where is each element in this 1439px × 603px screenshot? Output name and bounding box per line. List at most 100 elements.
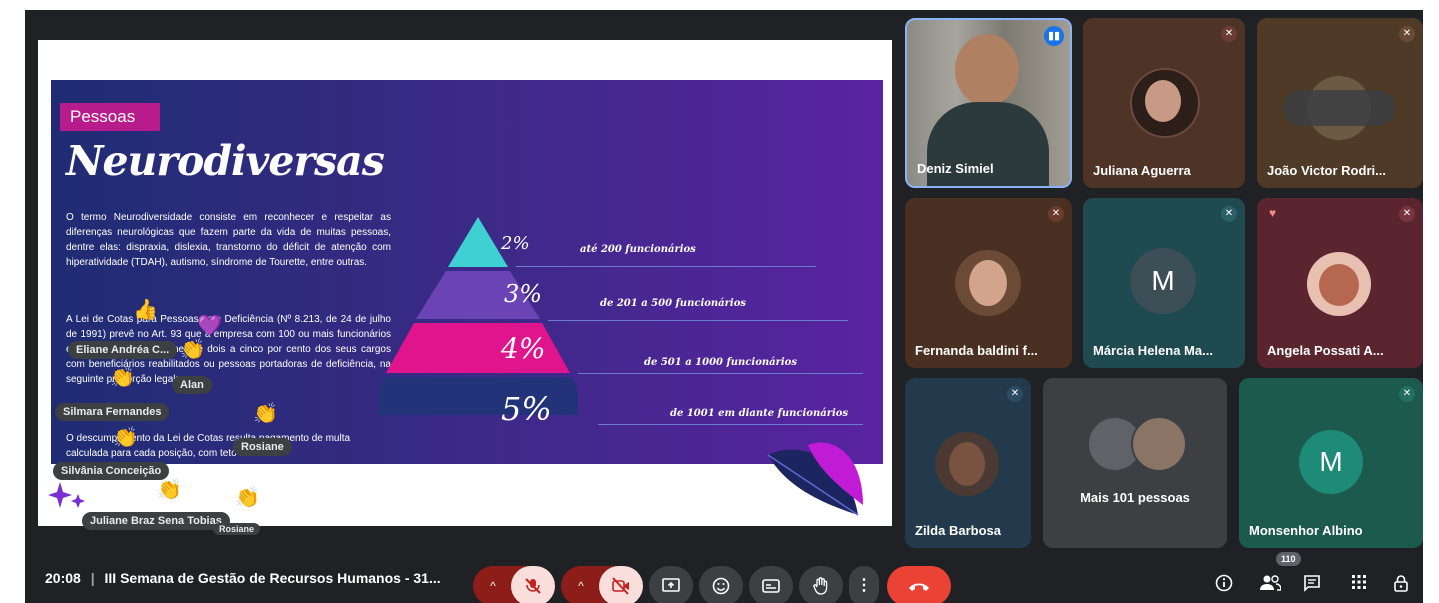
mic-off-icon: ✕ xyxy=(1007,386,1023,402)
slide-badge: Pessoas xyxy=(60,103,160,131)
participant-tile-zilda[interactable]: ✕ Zilda Barbosa xyxy=(905,378,1031,548)
host-controls-lock-icon[interactable] xyxy=(1393,574,1409,598)
participant-tile-deniz[interactable]: ▮▮ Deniz Simiel xyxy=(905,18,1072,188)
people-icon[interactable] xyxy=(1259,574,1282,598)
reaction-name-tag: Silmara Fernandes xyxy=(55,403,170,421)
mic-options-chevron-icon[interactable]: ^ xyxy=(477,566,509,603)
participant-name: Zilda Barbosa xyxy=(915,523,1001,538)
mic-off-icon: ✕ xyxy=(1048,206,1064,222)
clock-time: 20:08 xyxy=(45,570,81,586)
tier-2-label: de 201 a 500 funcionários xyxy=(600,298,747,309)
tier-4-percent: 5% xyxy=(501,390,552,428)
participant-name: Deniz Simiel xyxy=(917,161,994,176)
chat-icon[interactable] xyxy=(1303,574,1321,598)
participant-tile-angela[interactable]: ♥ ✕ Angela Possati A... xyxy=(1257,198,1423,368)
tile-hover-controls[interactable] xyxy=(1283,90,1395,126)
info-icon[interactable] xyxy=(1215,574,1233,598)
participant-tile-monsenhor[interactable]: M ✕ Monsenhor Albino xyxy=(1239,378,1423,548)
reaction-thumbs-up: 👍 xyxy=(133,299,158,321)
avatar xyxy=(1131,416,1187,472)
mic-off-button[interactable] xyxy=(511,566,555,603)
tier-3-percent: 4% xyxy=(501,332,546,365)
participant-count-badge: 110 xyxy=(1276,552,1301,566)
reaction-clap: 👏 xyxy=(180,339,205,361)
slide-paragraph-1: O termo Neurodiversidade consiste em rec… xyxy=(66,212,391,268)
tier-1-line xyxy=(516,266,816,267)
bottom-control-bar: 20:08 | III Semana de Gestão de Recursos… xyxy=(25,552,1423,603)
avatar-face xyxy=(1145,80,1181,122)
heart-icon: ♥ xyxy=(1269,206,1277,220)
tier-3-label: de 501 a 1000 funcionários xyxy=(644,357,797,368)
participant-name: Monsenhor Albino xyxy=(1249,523,1363,538)
raise-hand-icon xyxy=(813,576,828,595)
meeting-details[interactable]: 20:08 | III Semana de Gestão de Recursos… xyxy=(45,570,441,586)
end-call-button[interactable] xyxy=(887,566,951,603)
end-call-icon xyxy=(909,583,929,591)
emoji-button[interactable] xyxy=(699,566,743,603)
more-participants-tile[interactable]: Mais 101 pessoas xyxy=(1043,378,1227,548)
participant-name: Fernanda baldini f... xyxy=(915,343,1038,358)
avatar-face xyxy=(969,260,1007,306)
sparkle-decoration xyxy=(48,482,85,508)
participant-name: Juliana Aguerra xyxy=(1093,163,1191,178)
participant-tile-marcia[interactable]: M ✕ Márcia Helena Ma... xyxy=(1083,198,1245,368)
participant-tile-joao[interactable]: ✕ João Victor Rodri... xyxy=(1257,18,1423,188)
tier-4-label: de 1001 em diante funcionários xyxy=(670,408,849,419)
activities-grid-icon[interactable] xyxy=(1351,574,1367,596)
reaction-clap: 👏 xyxy=(253,403,278,425)
reaction-clap: 👏 xyxy=(113,427,138,449)
pyramid-tier-1 xyxy=(448,217,508,267)
avatar-face xyxy=(949,442,985,486)
mic-off-icon: ✕ xyxy=(1399,386,1415,402)
mic-off-icon xyxy=(525,578,541,594)
avatar-face xyxy=(1319,264,1359,306)
reaction-name-tag: Rosiane xyxy=(233,438,292,456)
participant-name: Márcia Helena Ma... xyxy=(1093,343,1213,358)
separator: | xyxy=(90,570,95,586)
emoji-icon xyxy=(712,577,730,595)
mic-off-icon: ✕ xyxy=(1221,26,1237,42)
slide-title: Neurodiversas xyxy=(66,137,385,185)
participant-video-face xyxy=(955,34,1019,106)
reaction-heart: 💜 xyxy=(197,315,222,337)
mic-off-icon: ✕ xyxy=(1399,26,1415,42)
pyramid-graphic xyxy=(378,217,578,415)
reaction-name-tag: Silvânia Conceição xyxy=(53,462,170,480)
leaf-decoration xyxy=(767,442,863,516)
mic-off-icon: ✕ xyxy=(1399,206,1415,222)
tier-1-percent: 2% xyxy=(501,233,530,254)
meeting-title: III Semana de Gestão de Recursos Humanos… xyxy=(104,570,441,586)
reaction-clap: 👏 xyxy=(157,479,182,501)
tier-4-line xyxy=(598,424,863,425)
camera-options-chevron-icon[interactable]: ^ xyxy=(565,566,597,603)
meet-window: Pessoas Neurodiversas O termo Neurodiver… xyxy=(25,10,1423,603)
reaction-clap: 👏 xyxy=(235,487,260,509)
reaction-name-tag: Eliane Andréa C... xyxy=(68,341,178,359)
mic-off-icon: ✕ xyxy=(1221,206,1237,222)
tier-2-percent: 3% xyxy=(504,280,543,308)
tier-2-line xyxy=(548,320,848,321)
participant-tile-fernanda[interactable]: ✕ Fernanda baldini f... xyxy=(905,198,1072,368)
reaction-name-tag: Rosiane xyxy=(213,523,261,535)
camera-off-button[interactable] xyxy=(599,566,643,603)
presentation-screen: Pessoas Neurodiversas O termo Neurodiver… xyxy=(38,40,892,526)
present-screen-icon xyxy=(662,577,680,592)
present-button[interactable] xyxy=(649,566,693,603)
speaking-icon: ▮▮ xyxy=(1044,26,1064,46)
more-options-button[interactable]: ⋮ xyxy=(849,566,879,603)
reaction-name-tag: Alan xyxy=(172,376,212,394)
captions-icon xyxy=(762,578,780,593)
tier-1-label: até 200 funcionários xyxy=(580,244,696,255)
letter-avatar: M xyxy=(1299,430,1363,494)
tier-3-line xyxy=(578,373,863,374)
reaction-clap: 👏 xyxy=(110,367,135,389)
camera-off-icon xyxy=(612,577,629,595)
raise-hand-button[interactable] xyxy=(799,566,843,603)
participant-name: Angela Possati A... xyxy=(1267,343,1384,358)
more-participants-label: Mais 101 pessoas xyxy=(1080,490,1190,505)
captions-button[interactable] xyxy=(749,566,793,603)
more-vert-icon: ⋮ xyxy=(856,577,872,594)
participant-tile-juliana[interactable]: ✕ Juliana Aguerra xyxy=(1083,18,1245,188)
participant-name: João Victor Rodri... xyxy=(1267,163,1386,178)
reaction-name-tag: Juliane Braz Sena Tobias xyxy=(82,512,230,530)
